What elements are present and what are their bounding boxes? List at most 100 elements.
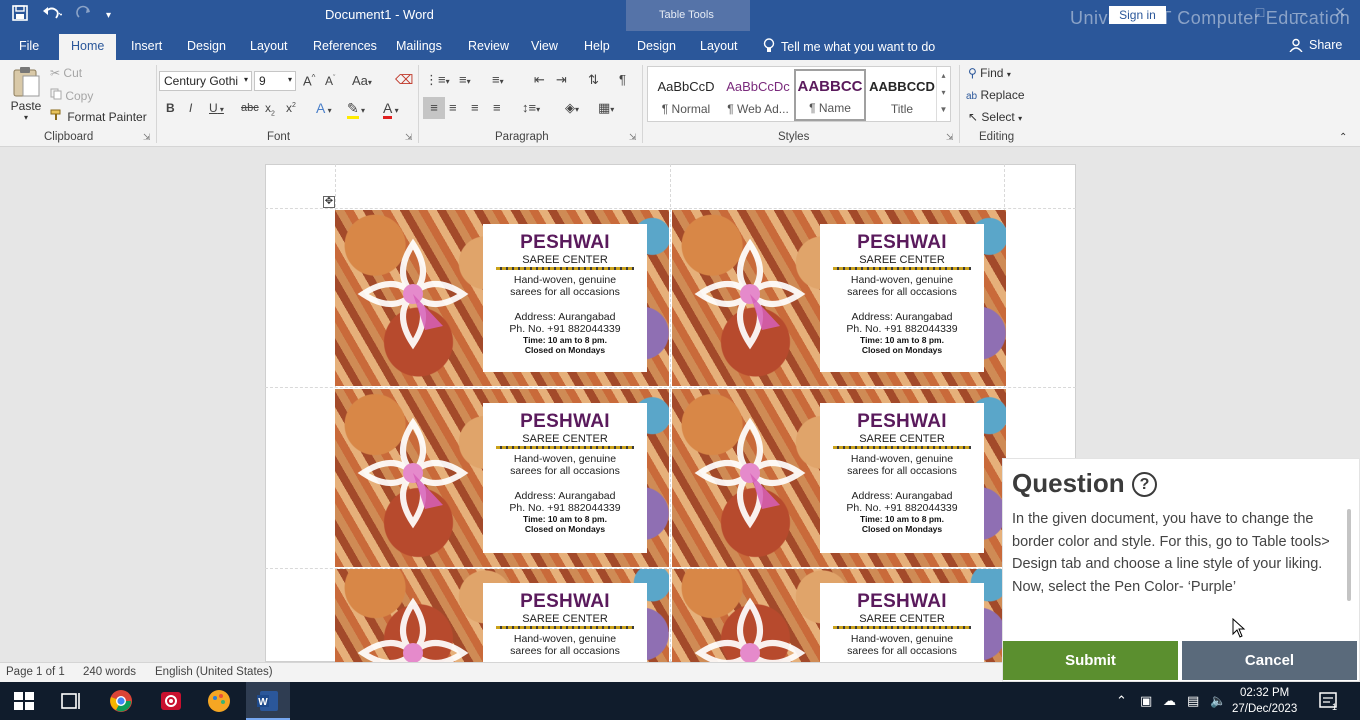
format-painter-button[interactable]: Format Painter bbox=[50, 109, 147, 124]
sort-icon[interactable]: ⇅ bbox=[588, 72, 599, 88]
tab-review[interactable]: Review bbox=[468, 39, 509, 53]
text-effects-icon[interactable]: A ▾ bbox=[316, 100, 332, 116]
word-count[interactable]: 240 words bbox=[83, 666, 136, 678]
help-icon[interactable]: ? bbox=[1132, 472, 1157, 497]
undo-icon[interactable] bbox=[42, 5, 64, 25]
language-indicator[interactable]: English (United States) bbox=[155, 666, 273, 678]
business-card[interactable]: PESHWAI SAREE CENTER Hand-woven, genuine… bbox=[672, 569, 1006, 662]
paint-app-icon[interactable] bbox=[207, 689, 231, 713]
font-size-select[interactable]: 9 ▾ bbox=[254, 71, 296, 91]
line-spacing-icon[interactable]: ↕≡▾ bbox=[522, 100, 540, 115]
select-dropdown-icon: ▾ bbox=[1018, 114, 1023, 123]
chrome-icon[interactable] bbox=[109, 689, 133, 713]
paste-button[interactable]: Paste ▾ bbox=[8, 66, 44, 122]
clear-formatting-icon[interactable]: ⌫ bbox=[395, 72, 413, 88]
submit-button[interactable]: Submit bbox=[1003, 641, 1178, 680]
shading-icon[interactable]: ◈▾ bbox=[565, 100, 579, 116]
bold-icon[interactable]: B bbox=[166, 101, 175, 115]
style-title[interactable]: AABBCCD Title bbox=[866, 69, 938, 121]
style-web-address[interactable]: AaBbCcDc ¶ Web Ad... bbox=[722, 69, 794, 121]
business-card[interactable]: PESHWAI SAREE CENTER Hand-woven, genuine… bbox=[672, 389, 1006, 567]
tell-me-search[interactable]: Tell me what you want to do bbox=[763, 38, 935, 56]
superscript-icon[interactable]: x2 bbox=[286, 101, 296, 115]
grow-font-icon[interactable]: A^ bbox=[303, 73, 315, 88]
strikethrough-icon[interactable]: abc bbox=[241, 102, 259, 114]
cancel-button[interactable]: Cancel bbox=[1182, 641, 1357, 680]
replace-button[interactable]: ab Replace bbox=[966, 88, 1025, 102]
cut-button[interactable]: ✂ Cut bbox=[50, 66, 82, 80]
page-count[interactable]: Page 1 of 1 bbox=[6, 666, 65, 678]
close-icon[interactable]: ✕ bbox=[1334, 4, 1346, 21]
subscript-icon[interactable]: x2 bbox=[265, 101, 275, 117]
italic-icon[interactable]: I bbox=[189, 101, 192, 115]
share-button[interactable]: Share bbox=[1289, 38, 1342, 55]
numbering-icon[interactable]: ≡▾ bbox=[459, 72, 471, 87]
minimize-icon[interactable]: — bbox=[1292, 4, 1306, 21]
meet-now-icon[interactable]: ▣ bbox=[1140, 693, 1152, 709]
font-color-icon[interactable]: A ▾ bbox=[383, 100, 399, 119]
card-time: Time: 10 am to 8 pm. bbox=[523, 335, 607, 345]
styles-launcher-icon[interactable]: ⇲ bbox=[946, 132, 954, 143]
network-icon[interactable]: ▤ bbox=[1187, 693, 1199, 709]
onedrive-icon[interactable]: ☁ bbox=[1163, 693, 1176, 709]
tab-table-design[interactable]: Design bbox=[637, 39, 676, 53]
table-move-handle-icon[interactable]: ✥ bbox=[323, 196, 335, 208]
tab-design[interactable]: Design bbox=[187, 39, 226, 53]
tab-help[interactable]: Help bbox=[584, 39, 610, 53]
pilcrow-icon[interactable]: ¶ bbox=[619, 72, 626, 87]
styles-scroll[interactable]: ▴ ▾ ▼ bbox=[936, 67, 950, 121]
document-title: Document1 - Word bbox=[325, 7, 434, 22]
tab-table-layout[interactable]: Layout bbox=[700, 39, 738, 53]
borders-icon[interactable]: ▦▾ bbox=[598, 100, 614, 116]
business-card[interactable]: PESHWAI SAREE CENTER Hand-woven, genuine… bbox=[335, 569, 669, 662]
tab-view[interactable]: View bbox=[531, 39, 558, 53]
tab-layout[interactable]: Layout bbox=[250, 39, 288, 53]
question-scrollbar[interactable] bbox=[1347, 509, 1351, 601]
customize-qat-icon[interactable]: ▾ bbox=[106, 10, 111, 21]
business-card[interactable]: PESHWAI SAREE CENTER Hand-woven, genuine… bbox=[335, 389, 669, 567]
tab-home[interactable]: Home bbox=[59, 34, 117, 60]
paste-dropdown-icon[interactable]: ▾ bbox=[8, 113, 44, 122]
business-card[interactable]: PESHWAI SAREE CENTER Hand-woven, genuine… bbox=[672, 210, 1006, 386]
collapse-ribbon-icon[interactable]: ⌃ bbox=[1339, 132, 1347, 143]
decrease-indent-icon[interactable]: ⇤ bbox=[534, 72, 545, 88]
tab-mailings[interactable]: Mailings bbox=[396, 39, 442, 53]
ribbon-display-icon[interactable]: □ bbox=[1256, 4, 1264, 21]
find-button[interactable]: ⚲ Find ▾ bbox=[968, 66, 1011, 80]
align-left-icon[interactable]: ≡ bbox=[423, 97, 445, 119]
show-hidden-icons[interactable]: ⌃ bbox=[1116, 693, 1127, 709]
sign-in-button[interactable]: Sign in bbox=[1109, 6, 1166, 24]
change-case-icon[interactable]: Aa▾ bbox=[352, 73, 372, 88]
system-clock[interactable]: 02:32 PM 27/Dec/2023 bbox=[1232, 685, 1297, 717]
copy-button[interactable]: Copy bbox=[50, 88, 93, 103]
tab-file[interactable]: File bbox=[19, 39, 39, 53]
align-center-icon[interactable]: ≡ bbox=[449, 100, 457, 115]
multilevel-list-icon[interactable]: ≡▾ bbox=[492, 72, 504, 87]
screen-recorder-icon[interactable] bbox=[159, 689, 183, 713]
card-subtitle: SAREE CENTER bbox=[522, 613, 608, 625]
redo-icon[interactable] bbox=[76, 5, 92, 25]
shrink-font-icon[interactable]: Aˇ bbox=[325, 74, 335, 88]
align-right-icon[interactable]: ≡ bbox=[471, 100, 479, 115]
find-dropdown-icon: ▾ bbox=[1006, 70, 1011, 79]
highlight-color-icon[interactable]: ✎ ▾ bbox=[347, 100, 365, 119]
word-icon[interactable]: W bbox=[256, 689, 280, 713]
clipboard-launcher-icon[interactable]: ⇲ bbox=[143, 132, 151, 143]
tab-insert[interactable]: Insert bbox=[131, 39, 162, 53]
font-launcher-icon[interactable]: ⇲ bbox=[405, 132, 413, 143]
paragraph-launcher-icon[interactable]: ⇲ bbox=[629, 132, 637, 143]
select-button[interactable]: ↖ Select ▾ bbox=[968, 110, 1022, 124]
underline-icon[interactable]: U ▾ bbox=[209, 101, 224, 115]
windows-start-icon[interactable] bbox=[12, 689, 36, 713]
volume-icon[interactable]: 🔈 bbox=[1210, 693, 1226, 709]
justify-icon[interactable]: ≡ bbox=[493, 100, 501, 115]
task-view-icon[interactable] bbox=[59, 689, 83, 713]
font-family-select[interactable]: Century Gothi ▾ bbox=[159, 71, 252, 91]
increase-indent-icon[interactable]: ⇥ bbox=[556, 72, 567, 88]
tab-references[interactable]: References bbox=[313, 39, 377, 53]
style-name-item[interactable]: AABBCC ¶ Name bbox=[794, 69, 866, 121]
save-icon[interactable] bbox=[12, 5, 28, 25]
bullets-icon[interactable]: ⋮≡▾ bbox=[425, 72, 450, 88]
style-normal[interactable]: AaBbCcD ¶ Normal bbox=[650, 69, 722, 121]
business-card[interactable]: PESHWAI SAREE CENTER Hand-woven, genuine… bbox=[335, 210, 669, 386]
